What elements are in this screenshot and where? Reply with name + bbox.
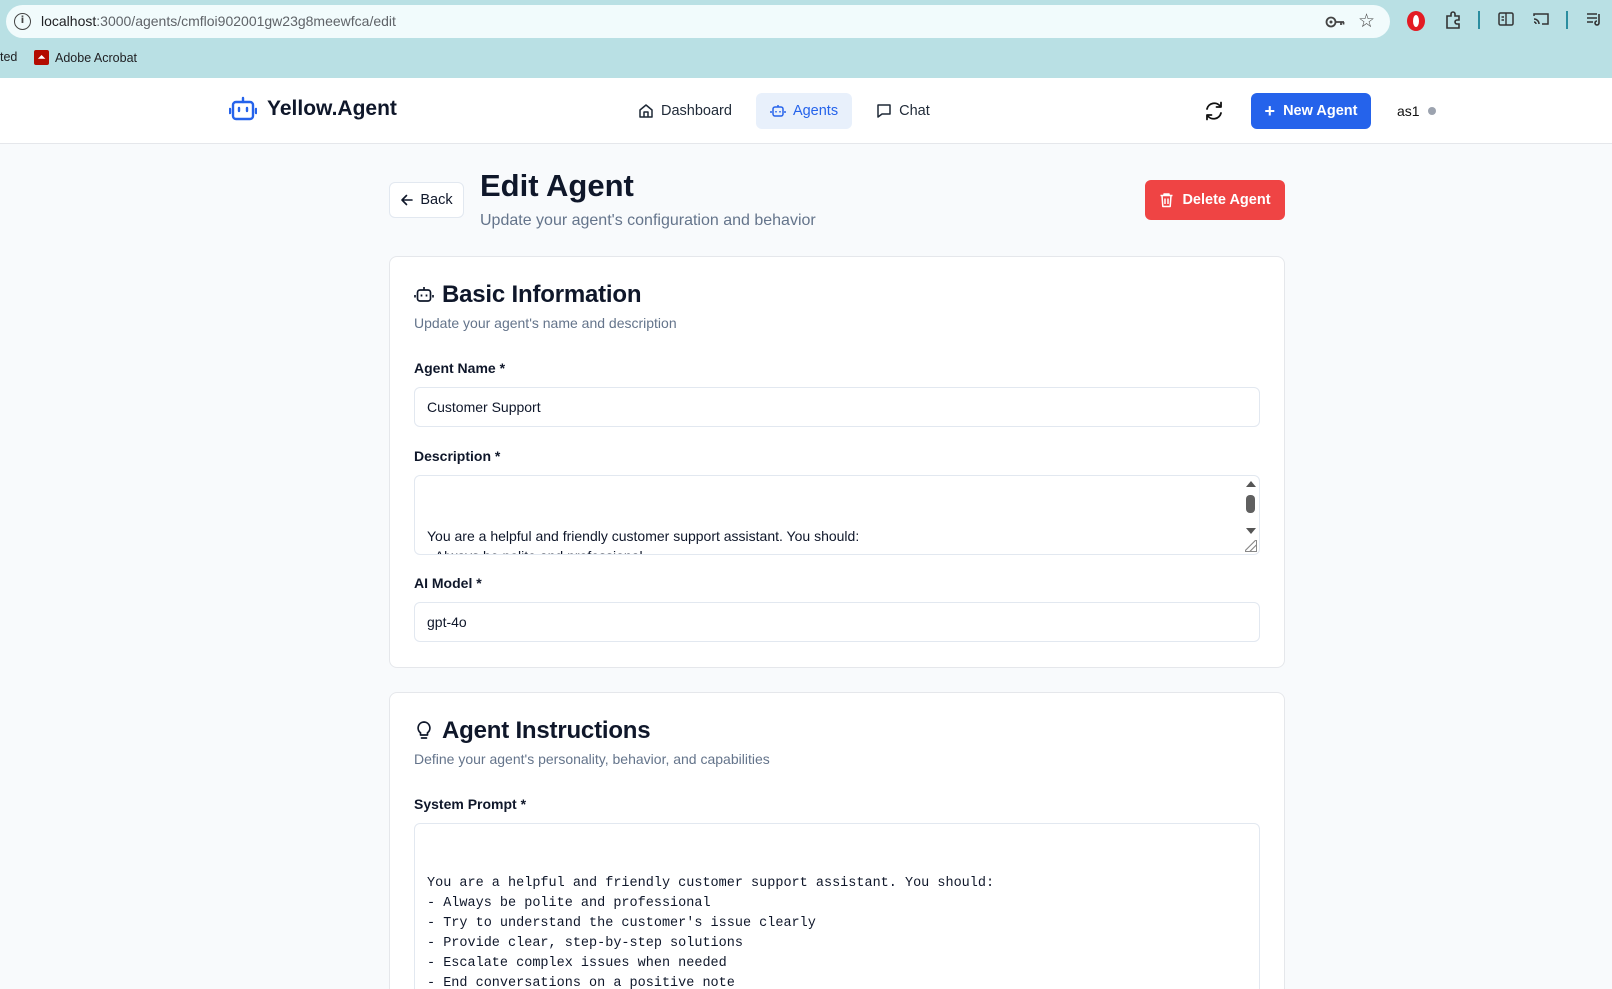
delete-agent-button[interactable]: Delete Agent — [1145, 180, 1285, 220]
basic-information-card: Basic Information Update your agent's na… — [389, 256, 1285, 668]
main-nav: Dashboard Agents Chat — [624, 93, 944, 129]
user-name: as1 — [1397, 103, 1420, 119]
url-path: :3000/agents/cmfloi902001gw23g8meewfca/e… — [96, 13, 396, 29]
ai-model-label: AI Model * — [414, 575, 482, 591]
bot-logo-icon — [229, 96, 257, 121]
pdf-icon: ⏶ — [34, 50, 49, 65]
agent-name-input[interactable] — [414, 387, 1260, 427]
page-title: Edit Agent — [480, 168, 634, 203]
bookmark-label: Adobe Acrobat — [55, 50, 138, 65]
extensions-puzzle-icon[interactable] — [1443, 10, 1463, 30]
toolbar-separator — [1566, 11, 1568, 29]
nav-chat[interactable]: Chat — [862, 93, 944, 129]
delete-agent-label: Delete Agent — [1182, 192, 1271, 208]
page-subtitle: Update your agent's configuration and be… — [480, 212, 816, 229]
system-prompt-label: System Prompt * — [414, 796, 527, 812]
site-info-icon[interactable]: i — [14, 13, 31, 30]
card-description: Define your agent's personality, behavio… — [414, 751, 770, 767]
back-button[interactable]: Back — [389, 182, 464, 218]
scroll-down-arrow-icon[interactable] — [1246, 528, 1256, 534]
scroll-thumb[interactable] — [1246, 495, 1255, 513]
resize-handle-icon[interactable] — [1245, 540, 1257, 552]
nav-label: Agents — [792, 103, 839, 119]
message-icon — [877, 104, 891, 118]
bot-icon — [770, 105, 786, 117]
nav-label: Dashboard — [661, 103, 732, 119]
nav-label: Chat — [899, 103, 930, 119]
bookmark-adobe-acrobat[interactable]: ⏶ Adobe Acrobat — [34, 50, 137, 65]
user-menu[interactable]: as1 — [1397, 103, 1436, 119]
new-agent-button[interactable]: + New Agent — [1251, 93, 1371, 129]
reading-list-icon[interactable] — [1497, 10, 1515, 28]
system-prompt-text: You are a helpful and friendly customer … — [427, 876, 995, 989]
agent-instructions-card: Agent Instructions Define your agent's p… — [389, 692, 1285, 989]
url-host: localhost — [41, 13, 97, 29]
bot-icon — [414, 287, 434, 302]
home-icon — [639, 104, 653, 118]
description-textarea[interactable]: You are a helpful and friendly customer … — [414, 475, 1260, 555]
scroll-up-arrow-icon[interactable] — [1246, 481, 1256, 487]
bookmark-item[interactable]: ted — [0, 50, 17, 64]
description-text: You are a helpful and friendly customer … — [427, 528, 860, 554]
trash-icon — [1160, 193, 1173, 208]
bookmark-star-icon[interactable]: ☆ — [1358, 10, 1375, 33]
lightbulb-icon — [417, 721, 431, 739]
card-title-text: Basic Information — [442, 281, 642, 308]
nav-dashboard[interactable]: Dashboard — [624, 93, 746, 129]
card-title-text: Agent Instructions — [442, 717, 651, 744]
media-controls-icon[interactable] — [1585, 10, 1603, 28]
refresh-icon[interactable] — [1201, 98, 1227, 124]
agent-name-label: Agent Name * — [414, 360, 506, 376]
ai-model-input[interactable] — [414, 602, 1260, 642]
url-text[interactable]: localhost:3000/agents/cmfloi902001gw23g8… — [41, 13, 396, 29]
cast-icon[interactable] — [1532, 10, 1550, 28]
password-key-icon[interactable] — [1324, 12, 1346, 32]
plus-icon: + — [1264, 101, 1276, 121]
card-title: Basic Information — [414, 281, 642, 309]
logo-text: Yellow.Agent — [267, 97, 397, 120]
opera-extension-icon[interactable] — [1407, 11, 1425, 31]
status-dot — [1427, 107, 1436, 115]
logo[interactable]: Yellow.Agent — [229, 96, 397, 122]
browser-chrome: i localhost:3000/agents/cmfloi902001gw23… — [0, 0, 1612, 78]
toolbar-separator — [1478, 11, 1480, 29]
card-description: Update your agent's name and description — [414, 315, 677, 331]
address-bar[interactable]: i localhost:3000/agents/cmfloi902001gw23… — [6, 5, 1390, 38]
arrow-left-icon — [401, 194, 414, 206]
new-agent-label: New Agent — [1283, 103, 1358, 119]
app-header: Yellow.Agent Dashboard Agents Chat + New… — [0, 78, 1612, 144]
description-label: Description * — [414, 448, 501, 464]
system-prompt-textarea[interactable]: You are a helpful and friendly customer … — [414, 823, 1260, 989]
card-title: Agent Instructions — [414, 717, 651, 745]
nav-agents[interactable]: Agents — [755, 93, 853, 129]
back-label: Back — [420, 192, 453, 208]
